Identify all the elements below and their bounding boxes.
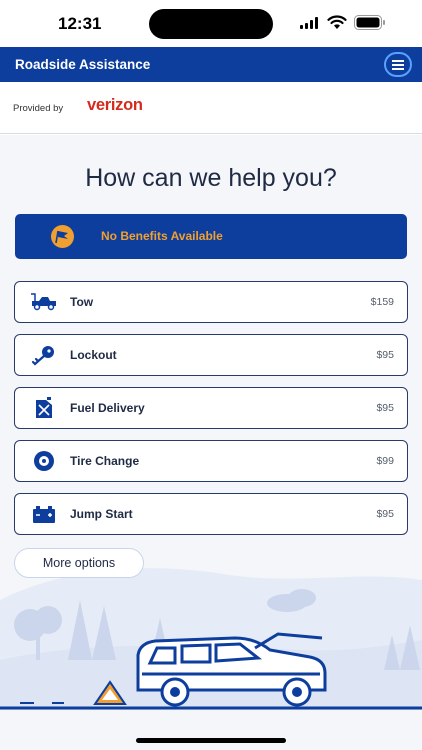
service-tire-change[interactable]: Tire Change $99 [14,440,408,482]
benefits-banner: No Benefits Available [15,214,407,259]
menu-icon-line [392,68,404,70]
main-content: How can we help you? No Benefits Availab… [0,135,422,750]
service-lockout[interactable]: Lockout $95 [14,334,408,376]
home-indicator[interactable] [136,738,286,743]
status-bar: 12:31 [0,0,422,47]
service-label: Lockout [70,348,117,362]
cellular-signal-icon [300,17,318,29]
header-title: Roadside Assistance [15,57,151,72]
service-tow[interactable]: Tow $159 [14,281,408,323]
service-price: $95 [376,349,394,361]
tow-truck-icon [31,293,56,311]
flag-icon [51,225,74,248]
benefits-text: No Benefits Available [101,229,223,243]
battery-icon [354,15,385,30]
provider-strip: Provided by verizon [0,82,422,134]
menu-icon-line [392,64,404,66]
service-label: Tire Change [70,454,140,468]
service-label: Tow [70,295,94,309]
app-header: Roadside Assistance [0,47,422,82]
status-time: 12:31 [58,14,102,33]
service-price: $99 [376,455,394,467]
verizon-logo: verizon [87,96,143,114]
more-options-button[interactable]: More options [14,548,144,578]
menu-button[interactable] [384,52,412,77]
provided-by-label: Provided by [13,103,64,114]
key-icon [31,346,54,366]
fuel-can-icon [36,397,52,418]
service-price: $95 [376,508,394,520]
service-label: Jump Start [70,507,133,521]
tire-icon [34,451,54,471]
service-price: $159 [370,296,394,308]
service-price: $95 [376,402,394,414]
page-title: How can we help you? [85,164,337,192]
battery-icon [33,506,55,523]
service-label: Fuel Delivery [70,401,145,415]
service-fuel-delivery[interactable]: Fuel Delivery $95 [14,387,408,429]
dynamic-island [149,9,273,39]
service-jump-start[interactable]: Jump Start $95 [14,493,408,535]
wifi-icon [327,15,347,29]
menu-icon-line [392,60,404,62]
